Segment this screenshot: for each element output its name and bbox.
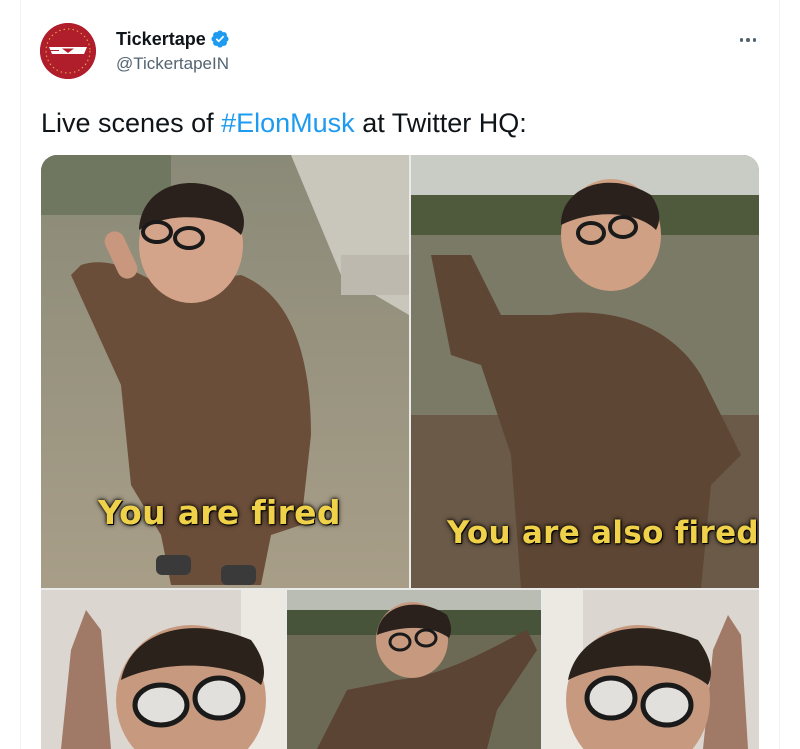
media-panel-5[interactable] <box>543 590 759 749</box>
avatar[interactable] <box>40 23 96 79</box>
more-horizontal-icon <box>739 38 744 42</box>
meme-image-4 <box>287 590 541 749</box>
caption-1: You are fired <box>98 493 341 532</box>
media-panel-1[interactable]: You are fired <box>41 155 409 588</box>
caption-2: You are also fired <box>447 515 759 551</box>
more-options-button[interactable] <box>733 30 763 50</box>
author-name-row: Tickertape <box>116 28 230 50</box>
meme-image-3 <box>41 590 285 749</box>
media-panel-3[interactable] <box>41 590 285 749</box>
card-border-left <box>20 0 21 749</box>
display-name[interactable]: Tickertape <box>116 29 206 50</box>
tweet-media-grid[interactable]: You are fired You are also fired <box>41 155 759 749</box>
tweet-text-before: Live scenes of <box>41 108 222 138</box>
media-panel-4[interactable] <box>287 590 541 749</box>
hashtag-link[interactable]: #ElonMusk <box>221 108 355 138</box>
author-handle[interactable]: @TickertapeIN <box>116 54 229 74</box>
tweet-text-after: at Twitter HQ: <box>354 108 527 138</box>
meme-image-5 <box>543 590 759 749</box>
card-border-right <box>779 0 780 749</box>
tweet-text: Live scenes of #ElonMusk at Twitter HQ: <box>41 106 527 140</box>
media-panel-2[interactable]: You are also fired <box>411 155 759 588</box>
tickertape-logo-icon <box>40 23 96 79</box>
verified-badge-icon <box>211 30 229 48</box>
